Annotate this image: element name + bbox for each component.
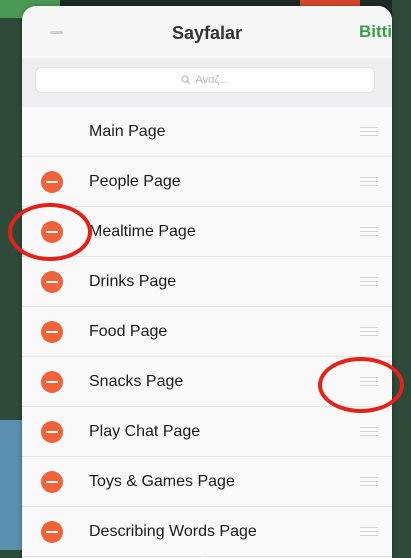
page-title: Sayfalar [171,23,243,43]
navigation-bar: Sayfalar Bitti [22,6,392,58]
page-label: Play Chat Page [89,422,201,440]
page-label: Drinks Page [89,272,177,290]
list-item[interactable]: Main Page [22,107,392,157]
pages-popover: Sayfalar Bitti Αναζ... Main Page People … [22,6,392,558]
page-label: Main Page [89,122,166,140]
list-item[interactable]: Food Page [22,307,392,357]
page-label: Mealtime Page [89,222,196,240]
search-placeholder: Αναζ... [195,74,229,86]
delete-circle-icon[interactable] [41,520,63,543]
reorder-grip-icon[interactable] [360,276,378,287]
delete-circle-icon[interactable] [41,270,63,293]
search-bar: Αναζ... [22,58,392,107]
page-label: Describing Words Page [89,522,257,540]
list-item[interactable]: Play Chat Page [22,407,392,457]
page-label: Snacks Page [89,372,184,390]
annotation-circle-reorder [318,357,404,413]
list-item[interactable]: Toys & Games Page [22,457,392,507]
list-item[interactable]: Drinks Page [22,257,392,307]
page-label: Toys & Games Page [89,472,235,490]
annotation-circle-delete [8,203,92,261]
reorder-grip-icon[interactable] [360,326,378,337]
delete-circle-icon[interactable] [41,420,63,443]
page-label: Food Page [89,322,168,340]
reorder-grip-icon[interactable] [360,526,378,537]
reorder-grip-icon[interactable] [360,476,378,487]
search-icon [181,75,191,85]
done-button[interactable]: Bitti [359,22,392,42]
background-tile-blue [0,420,22,550]
delete-circle-icon[interactable] [41,470,63,493]
popover-arrow [196,547,210,558]
page-label: People Page [89,172,181,190]
delete-circle-icon[interactable] [41,170,63,193]
list-item[interactable]: People Page [22,157,392,207]
reorder-grip-icon[interactable] [360,426,378,437]
reorder-grip-icon[interactable] [360,226,378,237]
reorder-grip-icon[interactable] [360,176,378,187]
pages-list: Main Page People Page Mealtime Page Drin… [22,107,392,557]
search-input[interactable]: Αναζ... [36,68,374,92]
delete-circle-icon[interactable] [41,370,63,393]
delete-circle-icon[interactable] [41,320,63,343]
reorder-grip-icon[interactable] [360,126,378,137]
